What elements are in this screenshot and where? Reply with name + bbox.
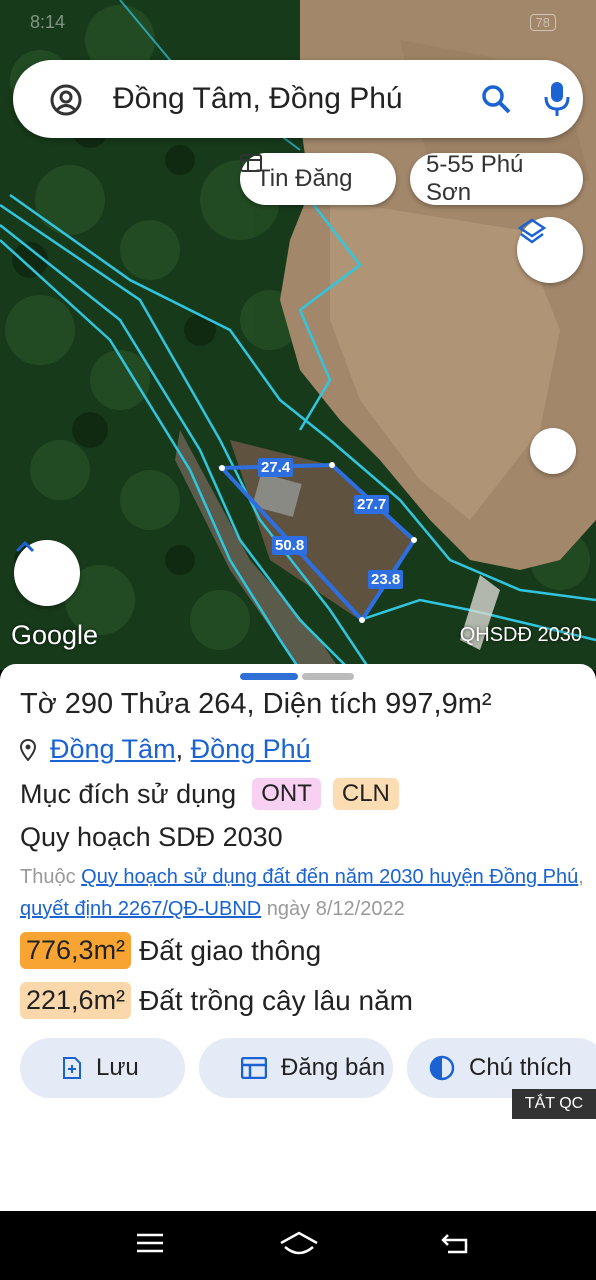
google-logo: Google (11, 620, 99, 650)
post-for-sale-button[interactable]: Đăng bán (199, 1038, 393, 1098)
sheet-handle-secondary[interactable] (302, 673, 354, 680)
map-layer-label: QHSDĐ 2030 (459, 624, 582, 646)
listing-chip[interactable]: Tin Đăng (240, 153, 396, 205)
back-icon[interactable] (440, 1231, 470, 1260)
parcel-edge-length: 27.7 (354, 495, 390, 514)
purpose-label: Mục đích sử dụng (20, 778, 237, 809)
plan-link[interactable]: Quy hoạch sử dụng đất đến năm 2030 huyện… (81, 866, 578, 888)
parcel-edge-length: 50.8 (272, 536, 308, 555)
search-query[interactable]: Đồng Tâm, Đồng Phú (113, 82, 403, 116)
listing-icon (241, 1057, 267, 1079)
address-chip[interactable]: 5-55 Phú Sơn (410, 151, 583, 206)
legend-button-label: Chú thích (469, 1054, 572, 1081)
parcel-info-sheet[interactable]: Tờ 290 Thửa 264, Diện tích 997,9m² Đồng … (0, 664, 596, 1211)
purpose-tag: ONT (252, 778, 321, 810)
district-link[interactable]: Đồng Phú (191, 734, 311, 765)
parcel-edge-length: 23.8 (368, 570, 404, 589)
listing-icon (240, 154, 262, 172)
plan-title: Quy hoạch SDĐ 2030 (20, 822, 283, 852)
status-time: 8:14 (30, 11, 66, 32)
listing-chip-label: Tin Đăng (256, 165, 353, 192)
area-label: Đất trồng cây lâu năm (139, 984, 413, 1016)
hide-ads-badge[interactable]: TẮT QC (512, 1089, 596, 1119)
area-amount: 776,3m² (20, 932, 132, 969)
menu-icon[interactable] (136, 1231, 164, 1260)
system-nav-bar (0, 1211, 596, 1280)
layers-button[interactable] (517, 217, 583, 283)
address-chip-label: 5-55 Phú Sơn (426, 151, 524, 206)
decision-link[interactable]: quyết định 2267/QĐ-UBND (20, 898, 261, 920)
area-label: Đất giao thông (139, 934, 322, 966)
parcel-title: Tờ 290 Thửa 264, Diện tích 997,9m² (20, 688, 492, 720)
chevron-up-icon (15, 540, 35, 553)
save-button[interactable]: Lưu (20, 1038, 185, 1098)
contrast-icon (429, 1055, 455, 1081)
expand-up-button[interactable] (14, 540, 80, 606)
note-prefix: Thuộc (20, 866, 76, 888)
note-date: ngày 8/12/2022 (266, 898, 405, 920)
status-bar: 8:14 78 (30, 10, 556, 34)
plan-note: Thuộc Quy hoạch sử dụng đất đến năm 2030… (20, 861, 590, 925)
note-comma: , (578, 866, 584, 888)
add-file-icon (63, 1057, 81, 1079)
location-dot-button[interactable] (530, 428, 576, 474)
parcel-edge-length: 27.4 (258, 458, 294, 477)
parcel-location: Đồng Tâm, Đồng Phú (20, 734, 311, 765)
area-row: 776,3m² Đất giao thông (20, 932, 321, 969)
location-comma: , (175, 734, 184, 764)
layers-icon (517, 218, 547, 244)
area-amount: 221,6m² (20, 982, 132, 1019)
search-bar[interactable]: Đồng Tâm, Đồng Phú (13, 60, 583, 138)
land-use-purpose: Mục đích sử dụng ONT CLN (20, 778, 399, 810)
sheet-handle[interactable] (240, 673, 298, 680)
battery-indicator: 78 (529, 13, 556, 31)
commune-link[interactable]: Đồng Tâm (50, 734, 176, 765)
save-button-label: Lưu (96, 1054, 139, 1081)
purpose-tag: CLN (332, 778, 399, 810)
location-pin-icon (20, 738, 36, 761)
area-row: 221,6m² Đất trồng cây lâu năm (20, 982, 413, 1019)
post-button-label: Đăng bán (281, 1054, 386, 1081)
map-view[interactable]: 27.4 27.7 50.8 23.8 8:14 78 Đồng Tâm, Đồ… (0, 0, 596, 670)
home-icon[interactable] (279, 1231, 319, 1262)
